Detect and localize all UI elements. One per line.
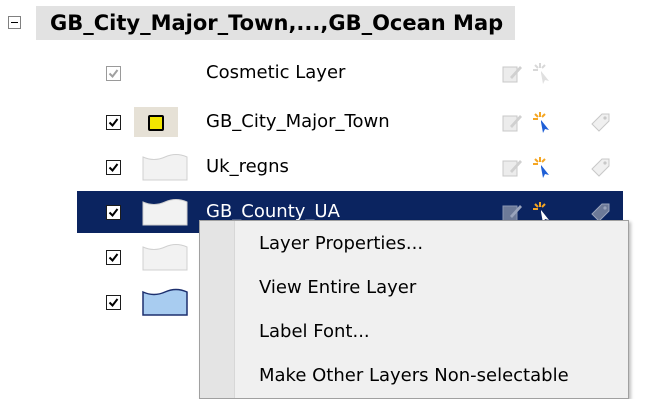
layer-row-uk-regns[interactable]: Uk_regns [0,146,640,188]
region-polygon-icon [142,154,188,181]
layer-visibility-checkbox[interactable] [106,115,121,130]
selectable-pointer-icon[interactable] [530,61,554,85]
region-polygon-icon [142,244,188,271]
yellow-square-symbol-icon [148,115,164,131]
layer-label: GB_City_Major_Town [206,111,390,132]
layer-label: Uk_regns [206,156,289,177]
layer-visibility-checkbox[interactable] [106,160,121,175]
point-style-swatch [134,107,178,137]
layer-visibility-checkbox[interactable] [106,295,121,310]
menu-item-view-entire-layer[interactable]: View Entire Layer [235,268,625,308]
layer-row-city-major-town[interactable]: GB_City_Major_Town [0,101,640,143]
region-polygon-icon [142,199,188,226]
edit-pencil-icon[interactable] [500,155,524,179]
menu-item-layer-properties[interactable]: Layer Properties... [235,224,625,264]
menu-icon-gutter [200,221,235,398]
menu-item-make-other-layers-non-selectable[interactable]: Make Other Layers Non-selectable [235,356,625,396]
label-tag-icon[interactable] [588,155,612,179]
layer-row-cosmetic[interactable]: Cosmetic Layer [0,52,640,94]
selectable-pointer-icon[interactable] [530,110,554,134]
map-root-label[interactable]: GB_City_Major_Town,...,GB_Ocean Map [36,6,516,40]
collapse-expander-icon[interactable] [8,16,21,29]
layer-visibility-checkbox[interactable] [106,66,121,81]
menu-item-label-font[interactable]: Label Font... [235,312,625,352]
edit-pencil-icon[interactable] [500,61,524,85]
edit-pencil-icon[interactable] [500,110,524,134]
selectable-pointer-icon[interactable] [530,155,554,179]
layer-label: Cosmetic Layer [206,62,346,83]
layer-visibility-checkbox[interactable] [106,205,121,220]
label-tag-icon[interactable] [588,110,612,134]
layer-context-menu: Layer Properties... View Entire Layer La… [199,220,629,399]
layer-visibility-checkbox[interactable] [106,250,121,265]
ocean-polygon-icon [142,288,188,316]
